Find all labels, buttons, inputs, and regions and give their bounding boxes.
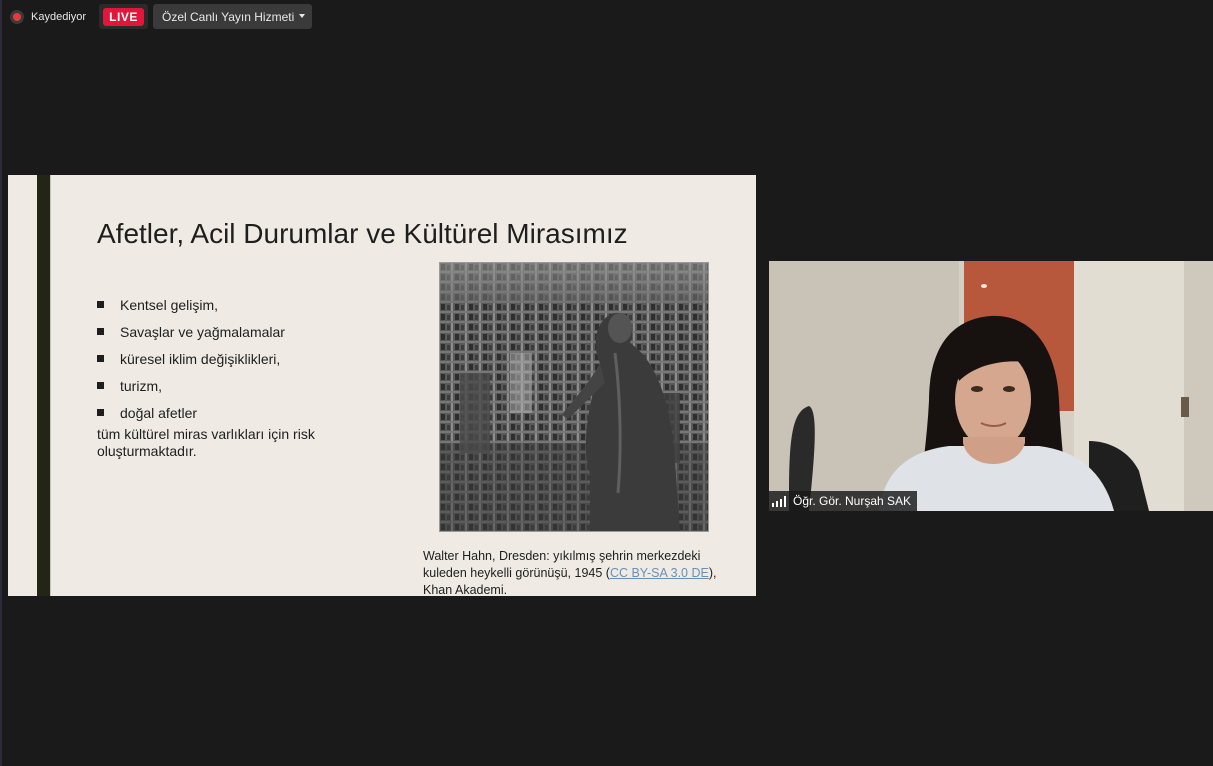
- bullet-square-icon: [97, 355, 104, 362]
- dresden-ruins-photo: [439, 262, 709, 532]
- participant-video-frame: [769, 261, 1213, 511]
- live-service-dropdown[interactable]: Özel Canlı Yayın Hizmeti: [153, 4, 312, 29]
- slide-title: Afetler, Acil Durumlar ve Kültürel Miras…: [97, 218, 628, 249]
- slide-risk-text: tüm kültürel miras varlıkları için risk …: [97, 426, 315, 459]
- participant-name-tag: Öğr. Gör. Nurşah SAK: [769, 491, 918, 511]
- meeting-screen: Kaydediyor LIVE Özel Canlı Yayın Hizmeti…: [0, 0, 1213, 766]
- bullet-square-icon: [97, 328, 104, 335]
- shared-screen-slide: Afetler, Acil Durumlar ve Kültürel Miras…: [8, 175, 756, 596]
- signal-strength-icon: [772, 495, 788, 507]
- slide-bullet-text: Kentsel gelişim,: [120, 296, 219, 313]
- slide-bullet-text: küresel iklim değişiklikleri,: [120, 350, 281, 367]
- slide-bullet-text: doğal afetler: [120, 404, 198, 421]
- slide-bullet: turizm,: [97, 372, 285, 399]
- record-icon: [10, 10, 24, 24]
- slide-bullet: doğal afetler: [97, 399, 285, 426]
- photo-illustration: [440, 263, 708, 531]
- participant-video[interactable]: Öğr. Gör. Nurşah SAK: [769, 261, 1213, 511]
- slide-bullet: Kentsel gelişim,: [97, 291, 285, 318]
- recording-label: Kaydediyor: [31, 11, 87, 23]
- chevron-down-icon: [299, 14, 305, 18]
- bullet-square-icon: [97, 301, 104, 308]
- photo-caption: Walter Hahn, Dresden: yıkılmış şehrin me…: [423, 548, 743, 596]
- window-edge: [0, 0, 2, 766]
- slide-bullet-text: turizm,: [120, 377, 162, 394]
- license-link[interactable]: CC BY-SA 3.0 DE: [610, 566, 709, 580]
- bullet-square-icon: [97, 382, 104, 389]
- slide-decor-bar: [37, 175, 50, 596]
- participant-name: Öğr. Gör. Nurşah SAK: [793, 494, 912, 508]
- live-badge: LIVE: [103, 7, 144, 26]
- slide-bullet-list: Kentsel gelişim, Savaşlar ve yağmalamala…: [97, 291, 285, 426]
- bullet-square-icon: [97, 409, 104, 416]
- live-indicator[interactable]: LIVE: [99, 4, 148, 29]
- live-service-label: Özel Canlı Yayın Hizmeti: [162, 9, 295, 24]
- slide-decor-line: [50, 175, 51, 596]
- recording-indicator[interactable]: Kaydediyor: [10, 6, 86, 28]
- slide-bullet: küresel iklim değişiklikleri,: [97, 345, 285, 372]
- slide-bullet-text: Savaşlar ve yağmalamalar: [120, 323, 285, 340]
- slide-bullet: Savaşlar ve yağmalamalar: [97, 318, 285, 345]
